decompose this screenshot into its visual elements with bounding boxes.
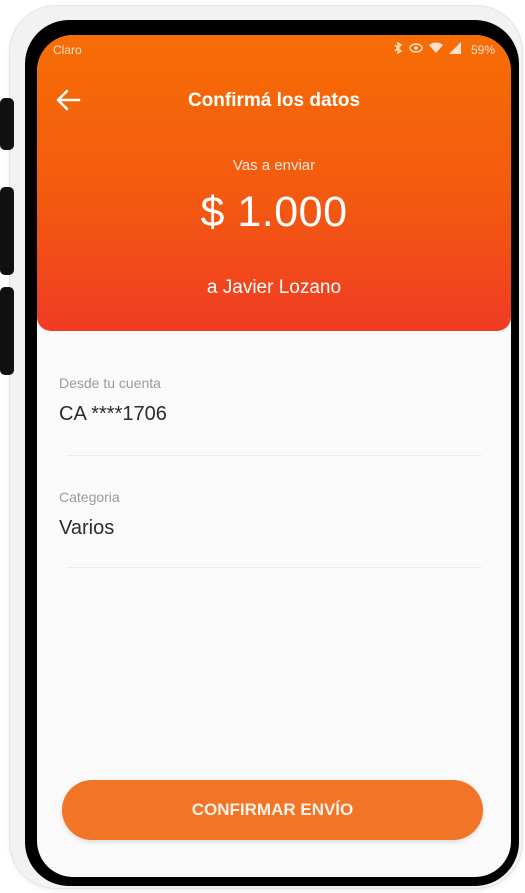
side-button-volume-up: [0, 187, 14, 275]
category-value: Varios: [59, 517, 115, 539]
category-label: Categoria: [59, 489, 120, 505]
divider: [67, 567, 482, 568]
source-account-value: CA ****1706: [59, 403, 167, 425]
recipient-name: a Javier Lozano: [206, 277, 342, 298]
category-field: Categoria Varios: [59, 489, 479, 540]
confirm-send-button[interactable]: CONFIRMAR ENVÍO: [62, 780, 483, 840]
source-account-label: Desde tu cuenta: [59, 375, 161, 391]
side-button-power: [0, 98, 14, 150]
page-title: Confirmá los datos: [187, 90, 361, 111]
status-bar: Claro 59%: [37, 35, 511, 65]
app-screen: Claro 59% Confirmá los datos Vas a envia…: [37, 35, 511, 877]
device-mockup: Claro 59% Confirmá los datos Vas a envia…: [0, 0, 525, 893]
battery-level: 59%: [470, 42, 495, 57]
transfer-amount: $ 1.000: [200, 188, 348, 236]
signal-icon: [448, 42, 461, 57]
divider: [67, 455, 482, 456]
wifi-icon: [428, 42, 443, 57]
source-account-field: Desde tu cuenta CA ****1706: [59, 375, 479, 426]
side-button-volume-down: [0, 287, 14, 375]
carrier-name: Claro: [53, 43, 82, 57]
status-icons: 59%: [393, 41, 495, 57]
send-caption: Vas a enviar: [232, 157, 316, 174]
transfer-summary-header: Claro 59% Confirmá los datos Vas a envia…: [37, 35, 511, 331]
eye-icon: [409, 42, 423, 57]
bluetooth-icon: [393, 41, 403, 57]
